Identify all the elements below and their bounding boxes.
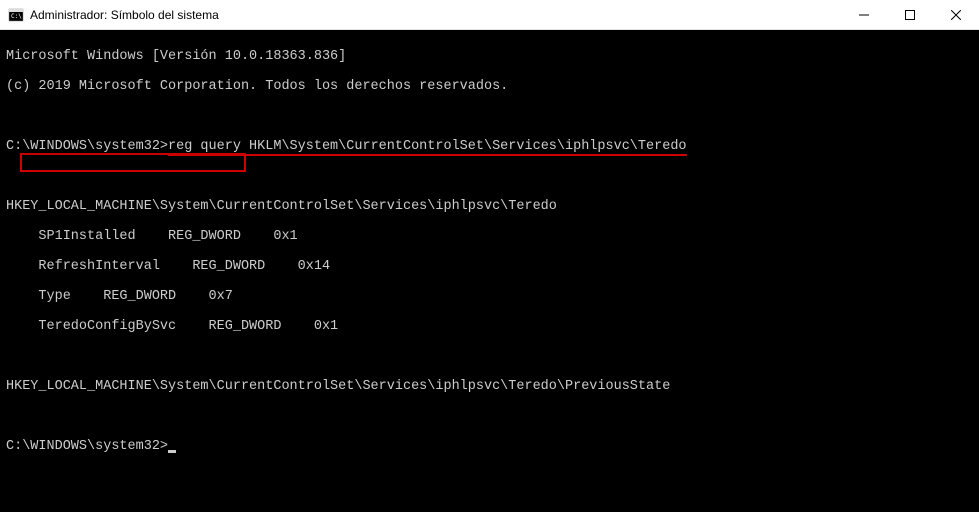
blank-line xyxy=(6,109,973,124)
prompt-line-2: C:\WINDOWS\system32> xyxy=(6,439,973,454)
cmd-icon: C:\ xyxy=(8,7,24,23)
prompt-path: C:\WINDOWS\system32> xyxy=(6,439,168,454)
reg-value-row: RefreshInterval REG_DWORD 0x14 xyxy=(6,259,973,274)
prompt-path: C:\WINDOWS\system32> xyxy=(6,139,168,154)
window-controls xyxy=(841,0,979,29)
titlebar: C:\ Administrador: Símbolo del sistema xyxy=(0,0,979,30)
minimize-button[interactable] xyxy=(841,0,887,29)
blank-line xyxy=(6,409,973,424)
result-key-path: HKEY_LOCAL_MACHINE\System\CurrentControl… xyxy=(6,199,973,214)
blank-line xyxy=(6,169,973,184)
blank-line xyxy=(6,349,973,364)
reg-value-row-highlighted: Type REG_DWORD 0x7 xyxy=(6,289,973,304)
result-subkey-path: HKEY_LOCAL_MACHINE\System\CurrentControl… xyxy=(6,379,973,394)
prompt-line-1: C:\WINDOWS\system32>reg query HKLM\Syste… xyxy=(6,139,973,154)
cursor-icon xyxy=(168,450,176,453)
banner-copyright: (c) 2019 Microsoft Corporation. Todos lo… xyxy=(6,79,973,94)
reg-value-row: SP1Installed REG_DWORD 0x1 xyxy=(6,229,973,244)
maximize-button[interactable] xyxy=(887,0,933,29)
close-button[interactable] xyxy=(933,0,979,29)
reg-value-row: TeredoConfigBySvc REG_DWORD 0x1 xyxy=(6,319,973,334)
terminal[interactable]: Microsoft Windows [Versión 10.0.18363.83… xyxy=(0,30,979,512)
typed-command: reg query HKLM\System\CurrentControlSet\… xyxy=(168,139,686,156)
window-title: Administrador: Símbolo del sistema xyxy=(30,8,841,22)
window: C:\ Administrador: Símbolo del sistema M… xyxy=(0,0,979,512)
banner-version: Microsoft Windows [Versión 10.0.18363.83… xyxy=(6,49,973,64)
svg-text:C:\: C:\ xyxy=(11,13,22,20)
